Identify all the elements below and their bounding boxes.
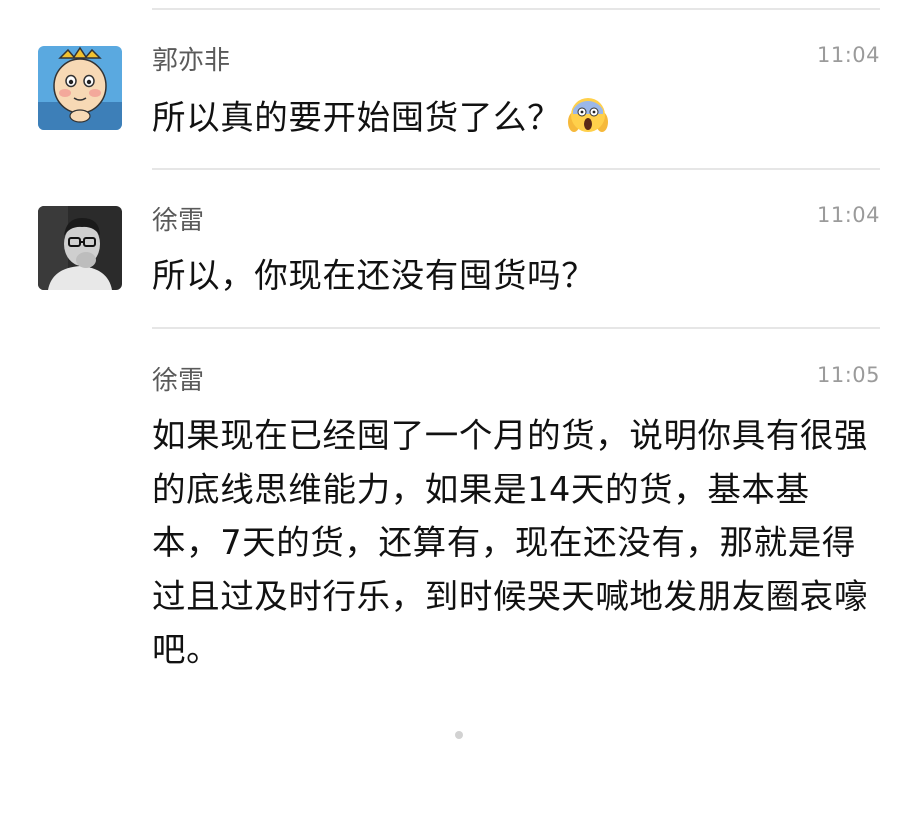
comment-time: 11:04 bbox=[816, 43, 880, 67]
divider bbox=[152, 8, 880, 10]
avatar[interactable] bbox=[38, 206, 122, 290]
author-name[interactable]: 郭亦非 bbox=[152, 44, 230, 78]
comment-text-content: 所以真的要开始囤货了么？ bbox=[152, 98, 562, 137]
comment-feed: 郭亦非 11:04 所以真的要开始囤货了么？ 徐雷 11:04 所以，你现在还没… bbox=[0, 0, 920, 823]
divider bbox=[152, 168, 880, 170]
comment-time: 11:05 bbox=[816, 363, 880, 387]
comment-text: 所以，你现在还没有囤货吗？ bbox=[152, 256, 596, 295]
page-indicator-dot bbox=[455, 731, 463, 739]
author-name[interactable]: 徐雷 bbox=[152, 364, 204, 398]
comment-text: 如果现在已经囤了一个月的货，说明你具有很强的底线思维能力，如果是14天的货，基本… bbox=[152, 416, 869, 669]
scream-emoji-icon bbox=[567, 94, 609, 151]
divider bbox=[152, 327, 880, 329]
comment-text: 所以真的要开始囤货了么？ bbox=[152, 92, 609, 151]
author-name[interactable]: 徐雷 bbox=[152, 204, 204, 238]
cartoon-king-avatar-icon bbox=[38, 46, 122, 130]
avatar[interactable] bbox=[38, 46, 122, 130]
comment-time: 11:04 bbox=[816, 203, 880, 227]
bw-photo-avatar-icon bbox=[38, 206, 122, 290]
